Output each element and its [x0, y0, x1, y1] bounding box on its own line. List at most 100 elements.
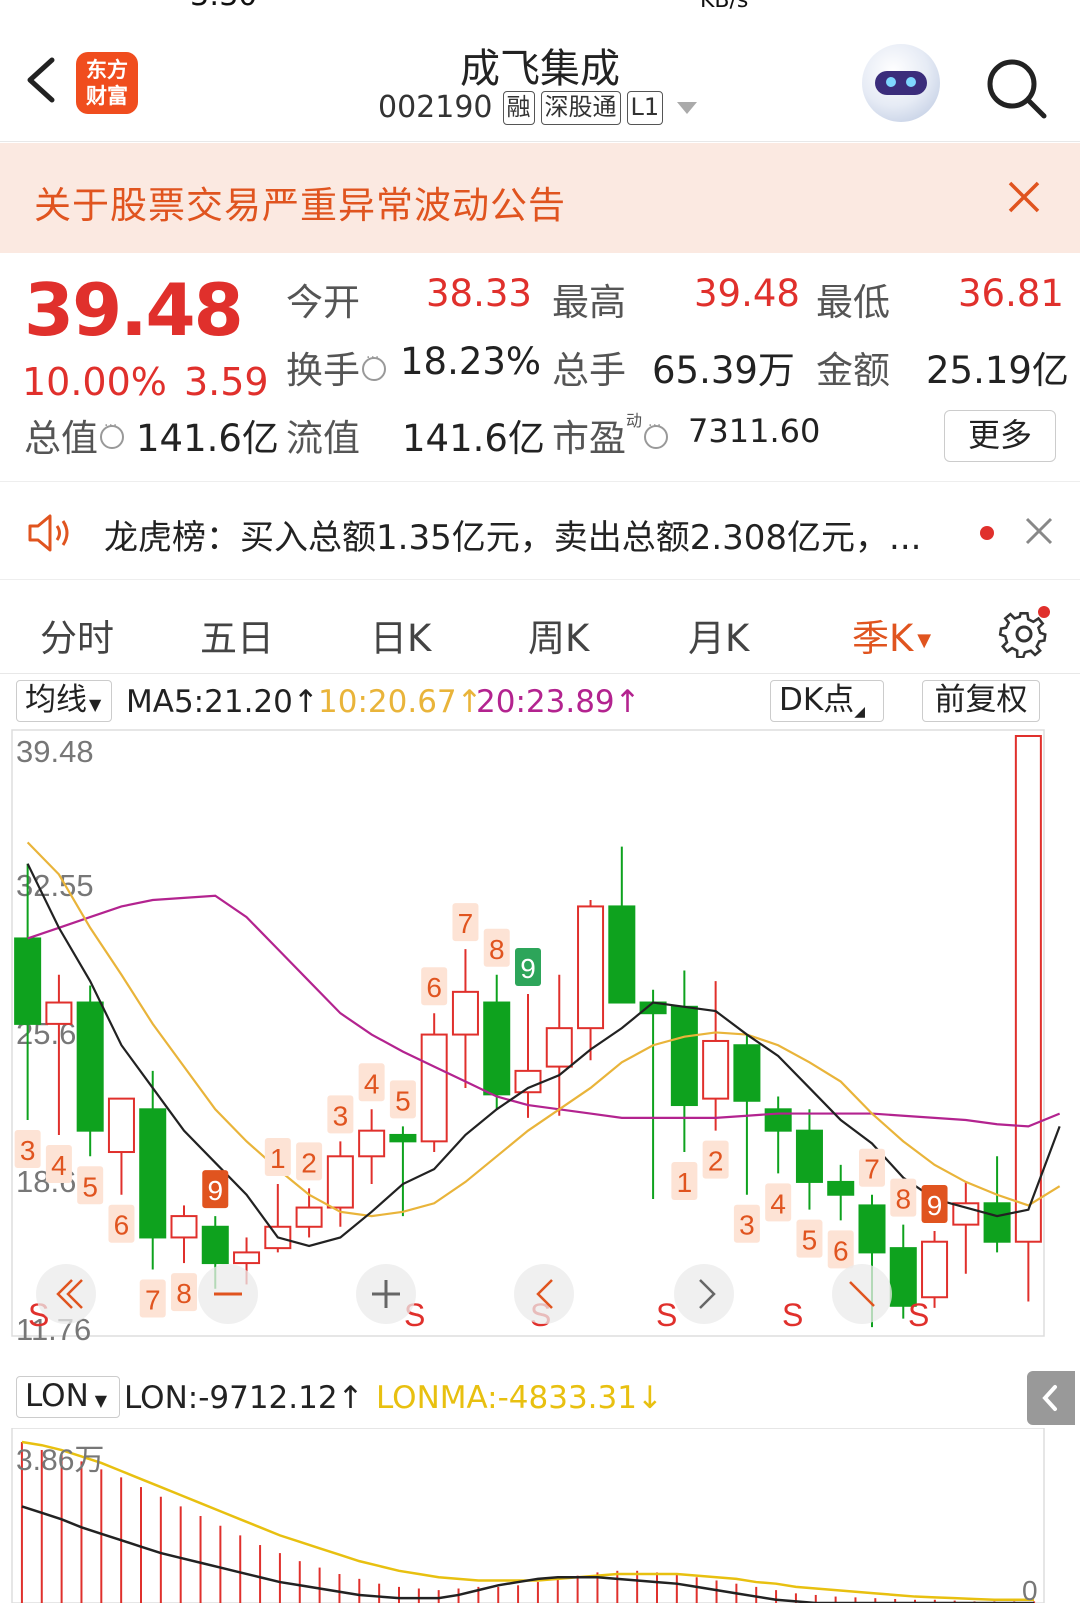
tag-connect: 深股通	[540, 90, 621, 125]
collapse-panel-button[interactable]	[1027, 1371, 1075, 1425]
chevron-left-icon	[1042, 1385, 1057, 1411]
candle-body	[107, 1097, 135, 1154]
td-label: 7	[145, 1284, 161, 1315]
tab-five-day[interactable]: 五日	[200, 608, 274, 662]
open-value: 38.33	[426, 272, 532, 315]
td-label: 2	[301, 1147, 317, 1178]
candle-body	[858, 1204, 886, 1254]
close-icon	[1025, 517, 1053, 545]
chevron-down-icon[interactable]	[677, 101, 698, 114]
high-label: 最高	[552, 281, 626, 324]
change-percent: 10.00%	[22, 360, 167, 404]
candle-body	[702, 1039, 730, 1100]
last-price: 39.48	[24, 268, 244, 352]
candle-body	[577, 905, 605, 1030]
sub-top-label: 3.86万	[16, 1444, 104, 1477]
sub-indicator-select[interactable]: LON ▼	[16, 1376, 120, 1418]
candle-body	[201, 1225, 229, 1265]
prev-icon	[36, 1264, 96, 1324]
tab-intraday[interactable]: 分时	[40, 608, 114, 662]
turnover-label[interactable]: 换手	[286, 340, 386, 394]
kline-svg: 39.4832.5525.6218.6911.76345678912345678…	[11, 729, 1061, 1347]
chevron-down-icon: ▼	[917, 630, 932, 651]
quote-panel: 39.48 10.00% 3.59 今开 38.33 最高 39.48 最低 3…	[0, 254, 1080, 482]
tab-monthly-k[interactable]: 月K	[688, 608, 749, 662]
next-icon	[674, 1264, 734, 1324]
search-icon	[987, 59, 1047, 119]
lon-chart[interactable]: 3.86万 0	[0, 1427, 1080, 1606]
td-label: 9	[207, 1175, 223, 1206]
lhb-close-button[interactable]	[1022, 514, 1056, 548]
more-button[interactable]: 更多	[944, 410, 1056, 462]
td-label: 9	[927, 1190, 943, 1221]
status-network: KB/s	[700, 0, 748, 12]
turnover-value: 18.23%	[400, 340, 542, 383]
lonma-line	[21, 1440, 1035, 1602]
candle-body	[139, 1108, 167, 1239]
dk-point-select[interactable]: DK点◢	[770, 680, 884, 722]
candle-body	[670, 1005, 698, 1107]
sell-signal: S	[656, 1297, 677, 1333]
td-label: 8	[489, 934, 505, 965]
candle-body	[483, 1001, 511, 1096]
stock-subtitle[interactable]: 002190 融 深股通 L1	[378, 90, 698, 125]
indicator-select[interactable]: 均线 ▼	[16, 680, 112, 722]
lhb-text[interactable]: 龙虎榜：买入总额1.35亿元，卖出总额2.308亿元，...	[104, 510, 921, 559]
low-label: 最低	[816, 281, 890, 324]
td-label: 2	[708, 1146, 724, 1177]
adjust-select[interactable]: 前复权	[922, 680, 1040, 722]
candle-body	[608, 905, 636, 1004]
lon-svg: 3.86万 0	[11, 1427, 1045, 1606]
td-label: 4	[770, 1188, 786, 1219]
tag-margin: 融	[502, 90, 535, 125]
volume-label: 总手	[552, 349, 626, 392]
pe-label[interactable]: 市盈动	[552, 408, 669, 462]
candle-body	[827, 1180, 855, 1196]
info-icon	[644, 418, 669, 449]
candle-body	[420, 1033, 448, 1143]
candle-body	[45, 1001, 73, 1025]
gear-icon	[998, 606, 1050, 659]
speaker-icon	[28, 514, 69, 552]
mktcap-label[interactable]: 总值	[24, 408, 124, 462]
notice-close-button[interactable]	[1004, 177, 1044, 217]
sub-indicator-bar: LON ▼ LON:-9712.12↑ LONMA:-4833.31↓	[0, 1368, 1080, 1428]
settings-button[interactable]	[996, 602, 1052, 659]
lon-value: LON:-9712.12↑	[124, 1380, 364, 1416]
volume-value: 65.39万	[652, 349, 795, 392]
lhb-banner[interactable]: 龙虎榜：买入总额1.35亿元，卖出总额2.308亿元，...	[0, 484, 1080, 580]
candle-body	[451, 990, 479, 1036]
close-icon	[1008, 181, 1040, 213]
status-time: 3:30	[190, 0, 257, 12]
candle-body	[295, 1206, 323, 1228]
td-label: 5	[802, 1225, 818, 1256]
lon-line	[21, 1505, 1035, 1605]
assistant-robot-icon[interactable]	[862, 44, 940, 122]
notice-banner[interactable]: 关于股票交易严重异常波动公告	[0, 143, 1080, 253]
search-button[interactable]	[984, 56, 1048, 120]
ma10-value: 10:20.67↑	[318, 684, 483, 720]
open-label: 今开	[286, 281, 360, 324]
sub-chart-frame	[11, 1427, 1045, 1604]
amount-label: 金额	[816, 349, 890, 392]
float-value: 141.6亿	[402, 417, 545, 460]
candle-body	[170, 1215, 198, 1239]
candle-body	[733, 1044, 761, 1102]
td-label: 1	[677, 1167, 693, 1198]
low-value: 36.81	[958, 272, 1064, 315]
pe-value: 7311.60	[688, 412, 821, 450]
td-label: 8	[176, 1278, 192, 1309]
kline-chart[interactable]: 39.4832.5525.6218.6911.76345678912345678…	[0, 728, 1080, 1368]
notice-text[interactable]: 关于股票交易严重异常波动公告	[34, 175, 566, 229]
header: 东方财富 成飞集成 002190 融 深股通 L1	[0, 12, 1080, 142]
sell-signal: S	[908, 1297, 929, 1333]
ma20-line	[27, 894, 1061, 1128]
candle-body	[76, 1001, 104, 1132]
tab-weekly-k[interactable]: 周K	[528, 608, 589, 662]
tab-daily-k[interactable]: 日K	[370, 608, 431, 662]
ma-legend-bar: 均线 ▼ MA5:21.20↑ 10:20.67↑ 20:23.89↑ DK点◢ …	[0, 676, 1080, 728]
status-bar: 3:30 KB/s	[0, 0, 1080, 12]
info-icon	[100, 418, 124, 449]
td-label: 9	[520, 953, 536, 984]
tab-quarterly-k[interactable]: 季K ▼	[852, 608, 931, 662]
